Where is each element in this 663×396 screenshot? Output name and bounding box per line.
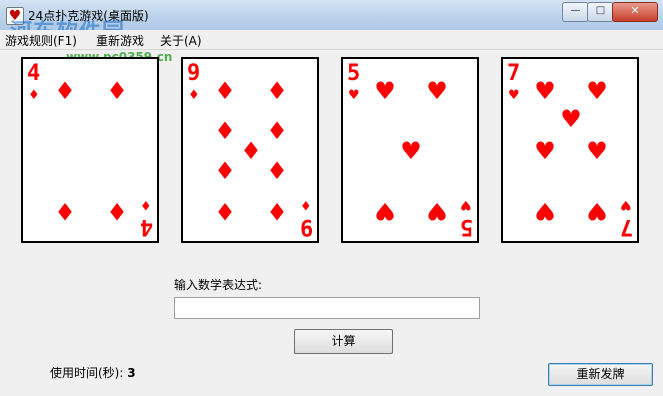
diamonds-icon: ♦ (300, 197, 312, 212)
hearts-pip-icon: ♥ (586, 77, 608, 105)
diamonds-pip-icon: ♦ (266, 117, 288, 145)
timer-display: 使用时间(秒): 3 (50, 364, 136, 381)
diamonds-icon: ♦ (140, 197, 152, 212)
menu-about[interactable]: 关于(A) (160, 32, 202, 49)
diamonds-icon: ♦ (188, 88, 200, 103)
redeal-button[interactable]: 重新发牌 (548, 363, 653, 386)
diamonds-pip-icon: ♦ (54, 197, 76, 225)
hearts-pip-icon: ♥ (534, 137, 556, 165)
card-rank-inverted: 5 (459, 214, 473, 239)
card-rank-inverted: 4 (139, 214, 153, 239)
card-rank: 9 (187, 61, 201, 86)
hearts-pip-icon: ♥ (426, 77, 448, 105)
playing-card-4-diamonds: 4 ♦ 4 ♦ ♦ ♦ ♦ ♦ (21, 57, 159, 243)
diamonds-pip-icon: ♦ (214, 157, 236, 185)
diamonds-pip-icon: ♦ (214, 77, 236, 105)
diamonds-pip-icon: ♦ (214, 117, 236, 145)
hearts-pip-icon: ♥ (426, 197, 448, 225)
hearts-icon: ♥ (508, 88, 520, 103)
playing-card-7-hearts: 7 ♥ 7 ♥ ♥ ♥ ♥ ♥ ♥ ♥ ♥ (501, 57, 639, 243)
hearts-pip-icon: ♥ (586, 137, 608, 165)
expression-input[interactable] (174, 297, 480, 319)
hearts-pip-icon: ♥ (374, 77, 396, 105)
menu-restart[interactable]: 重新游戏 (96, 32, 144, 49)
diamonds-pip-icon: ♦ (240, 137, 262, 165)
timer-value: 3 (127, 366, 136, 380)
card-rank-inverted: 9 (299, 214, 313, 239)
playing-card-9-diamonds: 9 ♦ 9 ♦ ♦ ♦ ♦ ♦ ♦ ♦ ♦ ♦ ♦ (181, 57, 319, 243)
hearts-icon: ♥ (620, 197, 632, 212)
expression-label: 输入数学表达式: (174, 278, 263, 292)
timer-label: 使用时间(秒): (50, 366, 124, 380)
hearts-icon: ♥ (348, 88, 360, 103)
close-button[interactable]: ✕ (612, 2, 658, 22)
hearts-pip-icon: ♥ (534, 77, 556, 105)
playing-card-5-hearts: 5 ♥ 5 ♥ ♥ ♥ ♥ ♥ ♥ (341, 57, 479, 243)
diamonds-pip-icon: ♦ (266, 197, 288, 225)
hearts-pip-icon: ♥ (560, 105, 582, 133)
calculate-button[interactable]: 计算 (294, 329, 393, 354)
hearts-pip-icon: ♥ (400, 137, 422, 165)
card-rank-inverted: 7 (619, 214, 633, 239)
diamonds-pip-icon: ♦ (214, 197, 236, 225)
menu-rules[interactable]: 游戏规则(F1) (5, 32, 77, 49)
diamonds-pip-icon: ♦ (106, 77, 128, 105)
card-rank: 7 (507, 61, 521, 86)
diamonds-pip-icon: ♦ (266, 157, 288, 185)
menu-bar: 游戏规则(F1) 重新游戏 关于(A) (0, 30, 663, 50)
hearts-icon: ♥ (460, 197, 472, 212)
diamonds-pip-icon: ♦ (106, 197, 128, 225)
minimize-button[interactable]: — (562, 2, 589, 22)
hearts-pip-icon: ♥ (586, 197, 608, 225)
hearts-pip-icon: ♥ (374, 197, 396, 225)
maximize-button[interactable]: □ (587, 2, 614, 22)
diamonds-icon: ♦ (28, 88, 40, 103)
diamonds-pip-icon: ♦ (266, 77, 288, 105)
card-rank: 5 (347, 61, 361, 86)
hearts-pip-icon: ♥ (534, 197, 556, 225)
card-rank: 4 (27, 61, 41, 86)
diamonds-pip-icon: ♦ (54, 77, 76, 105)
title-bar: ♥ 24点扑克游戏(桌面版) 河东软件园 — □ ✕ (0, 0, 663, 45)
